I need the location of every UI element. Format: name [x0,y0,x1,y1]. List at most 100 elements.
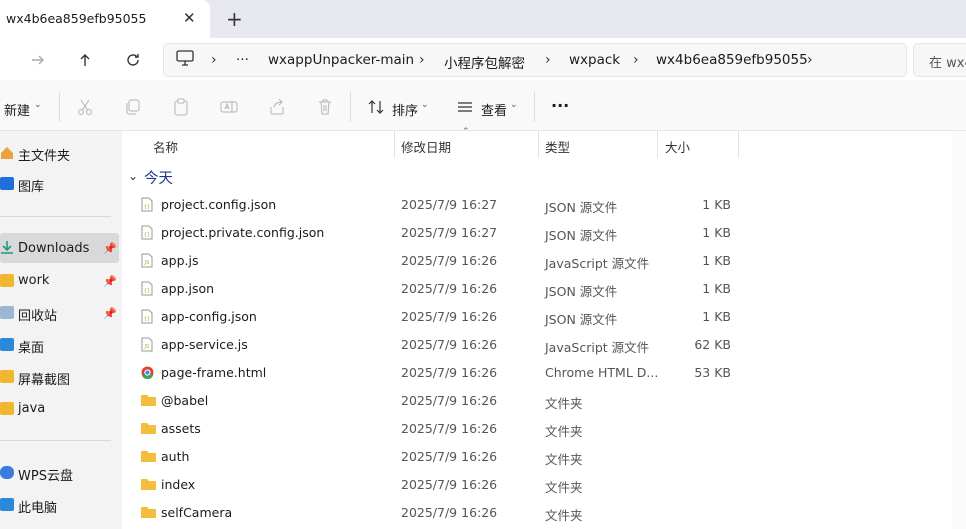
monitor-icon[interactable] [176,50,194,70]
sidebar-item-work[interactable]: work 📌 [0,266,119,296]
js-file-icon: JS [141,253,154,269]
sidebar-item-label: 桌面 [18,341,45,356]
chevron-down-icon: ⌄ [421,100,429,110]
file-type: JavaScript 源文件 [545,256,650,271]
chevron-right-icon: › [807,52,813,68]
sidebar-item-java[interactable]: java [0,394,119,424]
column-header-modified[interactable]: 修改日期 [401,137,451,156]
sidebar-divider [0,440,111,441]
sidebar-item-screenshots[interactable]: 屏幕截图 [0,362,119,392]
column-divider[interactable] [657,131,658,158]
more-options-button[interactable]: ··· [551,96,569,115]
view-button[interactable]: 查看 [481,100,507,119]
file-row[interactable] [126,386,952,414]
arrow-up-icon [80,54,90,66]
folder-icon [140,505,156,521]
sidebar-item-label: 屏幕截图 [18,373,71,388]
paste-icon[interactable] [172,98,190,116]
breadcrumb-item[interactable]: wxappUnpacker-main [268,52,414,68]
sidebar-item-wps-cloud[interactable]: WPS云盘 [0,458,119,488]
file-modified: 2025/7/9 16:26 [401,393,498,408]
file-name: app.json [161,281,215,296]
cut-icon[interactable] [76,98,94,116]
new-tab-button[interactable]: + [226,7,243,31]
column-divider[interactable] [538,131,539,158]
file-name: selfCamera [161,505,233,520]
sidebar-item-this-pc[interactable]: 此电脑 [0,490,119,520]
json-file-icon: {} [141,225,154,241]
sidebar-item-label: work [18,273,50,288]
file-modified: 2025/7/9 16:26 [401,309,498,324]
refresh-icon [127,54,139,66]
refresh-button[interactable] [121,48,145,72]
group-header[interactable]: 今天 [144,167,173,188]
sidebar-item-recycle-bin[interactable]: 回收站 📌 [0,298,119,328]
file-name: project.private.config.json [161,225,325,240]
column-divider[interactable] [394,131,395,158]
column-header-name[interactable]: 名称 [153,137,178,156]
vertical-scrollbar[interactable] [952,131,966,529]
file-row[interactable] [126,330,952,358]
column-header-size[interactable]: 大小 [665,137,690,156]
file-modified: 2025/7/9 16:26 [401,337,498,352]
file-type: 文件夹 [545,452,583,467]
file-modified: 2025/7/9 16:26 [401,365,498,380]
sidebar-item-downloads[interactable]: Downloads 📌 [0,233,119,263]
sidebar-item-desktop[interactable]: 桌面 [0,330,119,360]
folder-icon [0,370,14,383]
chevron-down-icon: ⌄ [34,100,42,110]
sidebar-item-label: Downloads [18,241,90,256]
pin-icon[interactable]: 📌 [103,307,117,320]
sidebar-item-home[interactable]: 主文件夹 [0,138,119,168]
file-size: 1 KB [702,281,731,296]
sidebar-item-gallery[interactable]: 图库 [0,169,119,199]
cloud-icon [0,466,14,479]
file-name: app-service.js [161,337,248,352]
toolbar-divider [59,92,60,122]
up-button[interactable] [73,48,97,72]
chevron-right-icon: › [211,52,217,68]
breadcrumb-overflow[interactable]: ··· [236,52,249,68]
desktop-icon [0,338,14,351]
tab-close-button[interactable]: ✕ [183,9,196,27]
breadcrumb-item[interactable]: 小程序包解密 [444,52,525,72]
file-type: JSON 源文件 [545,284,618,299]
delete-icon[interactable] [316,98,334,116]
search-placeholder[interactable]: 在 wx4 [929,52,966,71]
new-button[interactable]: 新建 [4,100,30,119]
file-size: 1 KB [702,309,731,324]
toolbar-divider [350,92,351,122]
sort-icon [367,98,385,116]
file-row[interactable] [126,414,952,442]
file-name: project.config.json [161,197,277,212]
column-header-type[interactable]: 类型 [545,137,570,156]
svg-text:JS: JS [144,344,150,350]
copy-icon[interactable] [124,98,142,116]
column-divider[interactable] [738,131,739,158]
file-row[interactable] [126,274,952,302]
rename-icon[interactable] [220,98,238,116]
chevron-right-icon: › [633,52,639,68]
share-icon[interactable] [268,98,286,116]
folder-icon [140,477,156,493]
file-row[interactable] [126,470,952,498]
pin-icon[interactable]: 📌 [103,275,117,288]
sidebar-item-label: 回收站 [18,309,58,324]
file-type: JavaScript 源文件 [545,340,650,355]
file-name: auth [161,449,190,464]
arrow-right-icon [32,55,44,65]
breadcrumb-item[interactable]: wx4b6ea859efb95055 [656,52,808,68]
file-name: page-frame.html [161,365,267,380]
breadcrumb-item[interactable]: wxpack [569,52,620,68]
file-row[interactable] [126,246,952,274]
svg-text:{}: {} [144,288,150,294]
sort-button[interactable]: 排序 [392,100,418,119]
sort-chevron-icon: ⌃ [462,127,470,137]
file-row[interactable] [126,498,952,526]
file-row[interactable] [126,442,952,470]
download-icon [0,240,14,254]
forward-button[interactable] [26,48,50,72]
chevron-down-icon[interactable]: ⌄ [128,169,138,183]
chevron-right-icon: › [419,52,425,68]
pin-icon[interactable]: 📌 [103,242,117,255]
